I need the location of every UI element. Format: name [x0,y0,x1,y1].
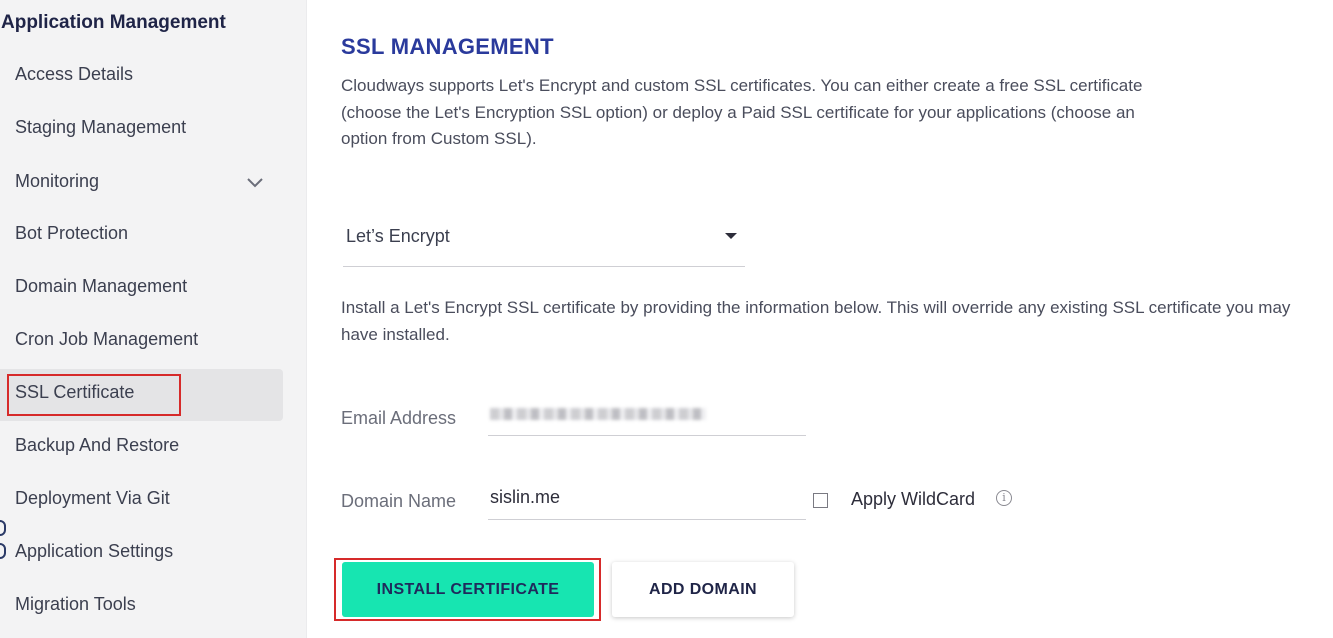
sidebar-item-deployment-via-git[interactable]: Deployment Via Git [0,474,283,526]
ssl-description: Cloudways supports Let's Encrypt and cus… [341,76,1143,148]
sidebar-item-monitoring[interactable]: Monitoring [0,157,283,209]
sidebar-item-migration-tools[interactable]: Migration Tools [0,580,283,632]
sidebar-item-label: Application Settings [15,541,174,561]
sidebar-item-label: Backup And Restore [15,435,180,455]
sidebar: Application Management Access Details St… [0,0,307,638]
blurred-email-redaction [490,408,706,420]
apply-wildcard-label[interactable]: Apply WildCard [851,489,975,510]
email-field[interactable] [488,395,806,436]
sidebar-item-label: Staging Management [15,117,187,137]
install-certificate-button[interactable]: INSTALL CERTIFICATE [342,562,594,617]
page-title: SSL MANAGEMENT [341,34,554,59]
sidebar-item-label: Monitoring [15,171,100,191]
info-icon[interactable]: i [996,490,1012,506]
sidebar-item-ssl-certificate[interactable]: SSL Certificate [0,369,283,421]
sidebar-item-label: SSL Certificate [15,382,135,402]
ssl-type-selected: Let’s Encrypt [346,226,450,246]
domain-value: sislin.me [490,487,561,507]
main-content: SSL MANAGEMENT Cloudways supports Let's … [306,0,1333,638]
sidebar-title: Application Management [1,12,226,33]
ssl-type-select[interactable]: Let’s Encrypt [343,212,745,267]
install-info-text: Install a Let's Encrypt SSL certificate … [341,298,1291,344]
add-domain-button[interactable]: ADD DOMAIN [612,562,794,617]
sidebar-item-application-settings[interactable]: Application Settings [0,527,283,579]
domain-name-field[interactable]: sislin.me [488,479,806,520]
sidebar-item-label: Domain Management [15,276,188,296]
email-label: Email Address [341,408,457,428]
apply-wildcard-checkbox[interactable] [813,493,828,508]
sidebar-item-label: Cron Job Management [15,329,199,349]
sidebar-item-label: Deployment Via Git [15,488,170,508]
sidebar-item-label: Bot Protection [15,223,129,243]
caret-down-icon [725,233,737,239]
sidebar-item-label: Migration Tools [15,594,136,614]
sidebar-item-backup-and-restore[interactable]: Backup And Restore [0,421,283,473]
sidebar-item-access-details[interactable]: Access Details [0,50,283,102]
sidebar-item-label: Access Details [15,64,134,84]
sidebar-item-domain-management[interactable]: Domain Management [0,262,283,314]
sidebar-item-cron-job-management[interactable]: Cron Job Management [0,315,283,367]
domain-label: Domain Name [341,491,457,511]
chevron-down-icon[interactable] [245,174,265,190]
sidebar-item-bot-protection[interactable]: Bot Protection [0,209,283,261]
sidebar-item-staging-management[interactable]: Staging Management [0,103,283,155]
